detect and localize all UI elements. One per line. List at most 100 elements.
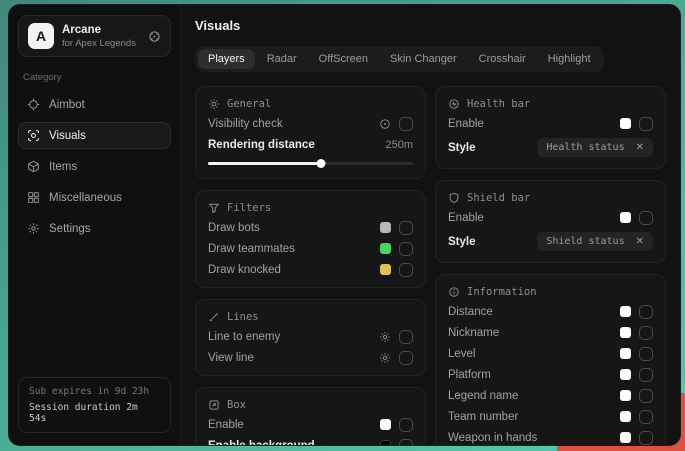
category-label: Category <box>23 72 166 83</box>
card-title: Box <box>227 399 246 411</box>
setting-row-shield-style: Style Shield status ✕ <box>448 231 653 252</box>
sidebar-item-visuals[interactable]: Visuals <box>18 122 171 149</box>
checkbox[interactable] <box>399 263 413 277</box>
shield-icon <box>448 192 460 204</box>
slider-thumb[interactable] <box>316 159 325 168</box>
color-swatch[interactable] <box>620 306 631 317</box>
sub-expires-text: Sub expires in 9d 23h <box>29 386 160 397</box>
checkbox[interactable] <box>639 326 653 340</box>
tab-skin-changer[interactable]: Skin Changer <box>380 49 467 69</box>
card-title: Lines <box>227 311 259 323</box>
sidebar-item-miscellaneous[interactable]: Miscellaneous <box>18 184 171 211</box>
color-swatch[interactable] <box>620 212 631 223</box>
tab-players[interactable]: Players <box>198 49 255 69</box>
gear-icon <box>27 222 40 235</box>
health-icon <box>448 98 460 110</box>
checkbox[interactable] <box>639 117 653 131</box>
line-icon <box>208 311 220 323</box>
setting-row-draw-knocked: Draw knocked <box>208 262 413 277</box>
card-information: Information Distance Nickname <box>435 274 666 446</box>
color-swatch[interactable] <box>620 411 631 422</box>
sidebar: A Arcane for Apex Legends Category <box>9 5 181 445</box>
clear-icon[interactable]: ✕ <box>636 143 644 153</box>
setting-row-shield-enable: Enable <box>448 210 653 225</box>
checkbox[interactable] <box>639 410 653 424</box>
checkbox[interactable] <box>639 368 653 382</box>
checkbox[interactable] <box>399 418 413 432</box>
box-icon <box>208 399 220 411</box>
setting-row-view-line: View line <box>208 350 413 365</box>
rendering-distance-slider[interactable] <box>208 159 413 168</box>
eye-icon[interactable] <box>379 118 391 130</box>
checkbox[interactable] <box>399 117 413 131</box>
checkbox[interactable] <box>639 211 653 225</box>
setting-row-draw-bots: Draw bots <box>208 220 413 235</box>
card-shield-bar: Shield bar Enable Style S <box>435 180 666 263</box>
checkbox[interactable] <box>399 242 413 256</box>
page-title: Visuals <box>195 18 666 33</box>
setting-row-draw-teammates: Draw teammates <box>208 241 413 256</box>
color-swatch[interactable] <box>620 327 631 338</box>
color-swatch[interactable] <box>380 243 391 254</box>
color-swatch[interactable] <box>380 419 391 430</box>
subscription-card: Sub expires in 9d 23h Session duration 2… <box>18 377 171 433</box>
card-title: Shield bar <box>467 192 530 204</box>
setting-row-box-enable: Enable <box>208 417 413 432</box>
checkbox[interactable] <box>399 439 413 447</box>
card-lines: Lines Line to enemy <box>195 299 426 376</box>
sidebar-item-label: Miscellaneous <box>49 192 122 204</box>
sidebar-item-aimbot[interactable]: Aimbot <box>18 91 171 118</box>
checkbox[interactable] <box>399 330 413 344</box>
checkbox[interactable] <box>639 431 653 445</box>
shield-style-select[interactable]: Shield status ✕ <box>537 232 653 251</box>
card-title: Information <box>467 286 537 298</box>
setting-row-nickname: Nickname <box>448 325 653 340</box>
setting-row-health-enable: Enable <box>448 116 653 131</box>
checkbox[interactable] <box>639 347 653 361</box>
color-swatch[interactable] <box>380 222 391 233</box>
sidebar-item-items[interactable]: Items <box>18 153 171 180</box>
color-swatch[interactable] <box>620 390 631 401</box>
setting-row-platform: Platform <box>448 367 653 382</box>
clear-icon[interactable]: ✕ <box>636 237 644 247</box>
tab-offscreen[interactable]: OffScreen <box>309 49 378 69</box>
sidebar-item-label: Items <box>49 161 77 173</box>
color-swatch[interactable] <box>380 440 391 446</box>
checkbox[interactable] <box>399 351 413 365</box>
checkbox[interactable] <box>399 221 413 235</box>
setting-row-health-style: Style Health status ✕ <box>448 137 653 158</box>
color-swatch[interactable] <box>380 264 391 275</box>
setting-row-weapon-in-hands: Weapon in hands <box>448 430 653 445</box>
color-swatch[interactable] <box>620 432 631 443</box>
gear-icon[interactable] <box>379 331 391 343</box>
card-title: Health bar <box>467 98 530 110</box>
sidebar-nav: Aimbot Visuals Items <box>18 91 171 242</box>
session-duration-text: Session duration 2m 54s <box>29 402 160 424</box>
cube-icon <box>27 160 40 173</box>
card-title: Filters <box>227 202 271 214</box>
gear-icon[interactable] <box>379 352 391 364</box>
sidebar-item-settings[interactable]: Settings <box>18 215 171 242</box>
aperture-icon[interactable] <box>148 30 161 43</box>
funnel-icon <box>208 202 220 214</box>
checkbox[interactable] <box>639 389 653 403</box>
scan-eye-icon <box>27 129 40 142</box>
grid-icon <box>27 191 40 204</box>
app-window: A Arcane for Apex Legends Category <box>8 4 681 446</box>
setting-row-distance: Distance <box>448 304 653 319</box>
setting-row-legend-name: Legend name <box>448 388 653 403</box>
color-swatch[interactable] <box>620 369 631 380</box>
tab-highlight[interactable]: Highlight <box>538 49 601 69</box>
color-swatch[interactable] <box>620 348 631 359</box>
health-style-select[interactable]: Health status ✕ <box>537 138 653 157</box>
setting-row-rendering-distance: Rendering distance 250m <box>208 137 413 152</box>
sidebar-item-label: Settings <box>49 223 91 235</box>
tab-radar[interactable]: Radar <box>257 49 307 69</box>
app-title: Arcane <box>62 24 140 36</box>
setting-row-box-enable-background: Enable background <box>208 438 413 446</box>
tab-crosshair[interactable]: Crosshair <box>469 49 536 69</box>
main-panel: Visuals Players Radar OffScreen Skin Cha… <box>181 5 680 445</box>
color-swatch[interactable] <box>620 118 631 129</box>
crosshair-icon <box>27 98 40 111</box>
checkbox[interactable] <box>639 305 653 319</box>
